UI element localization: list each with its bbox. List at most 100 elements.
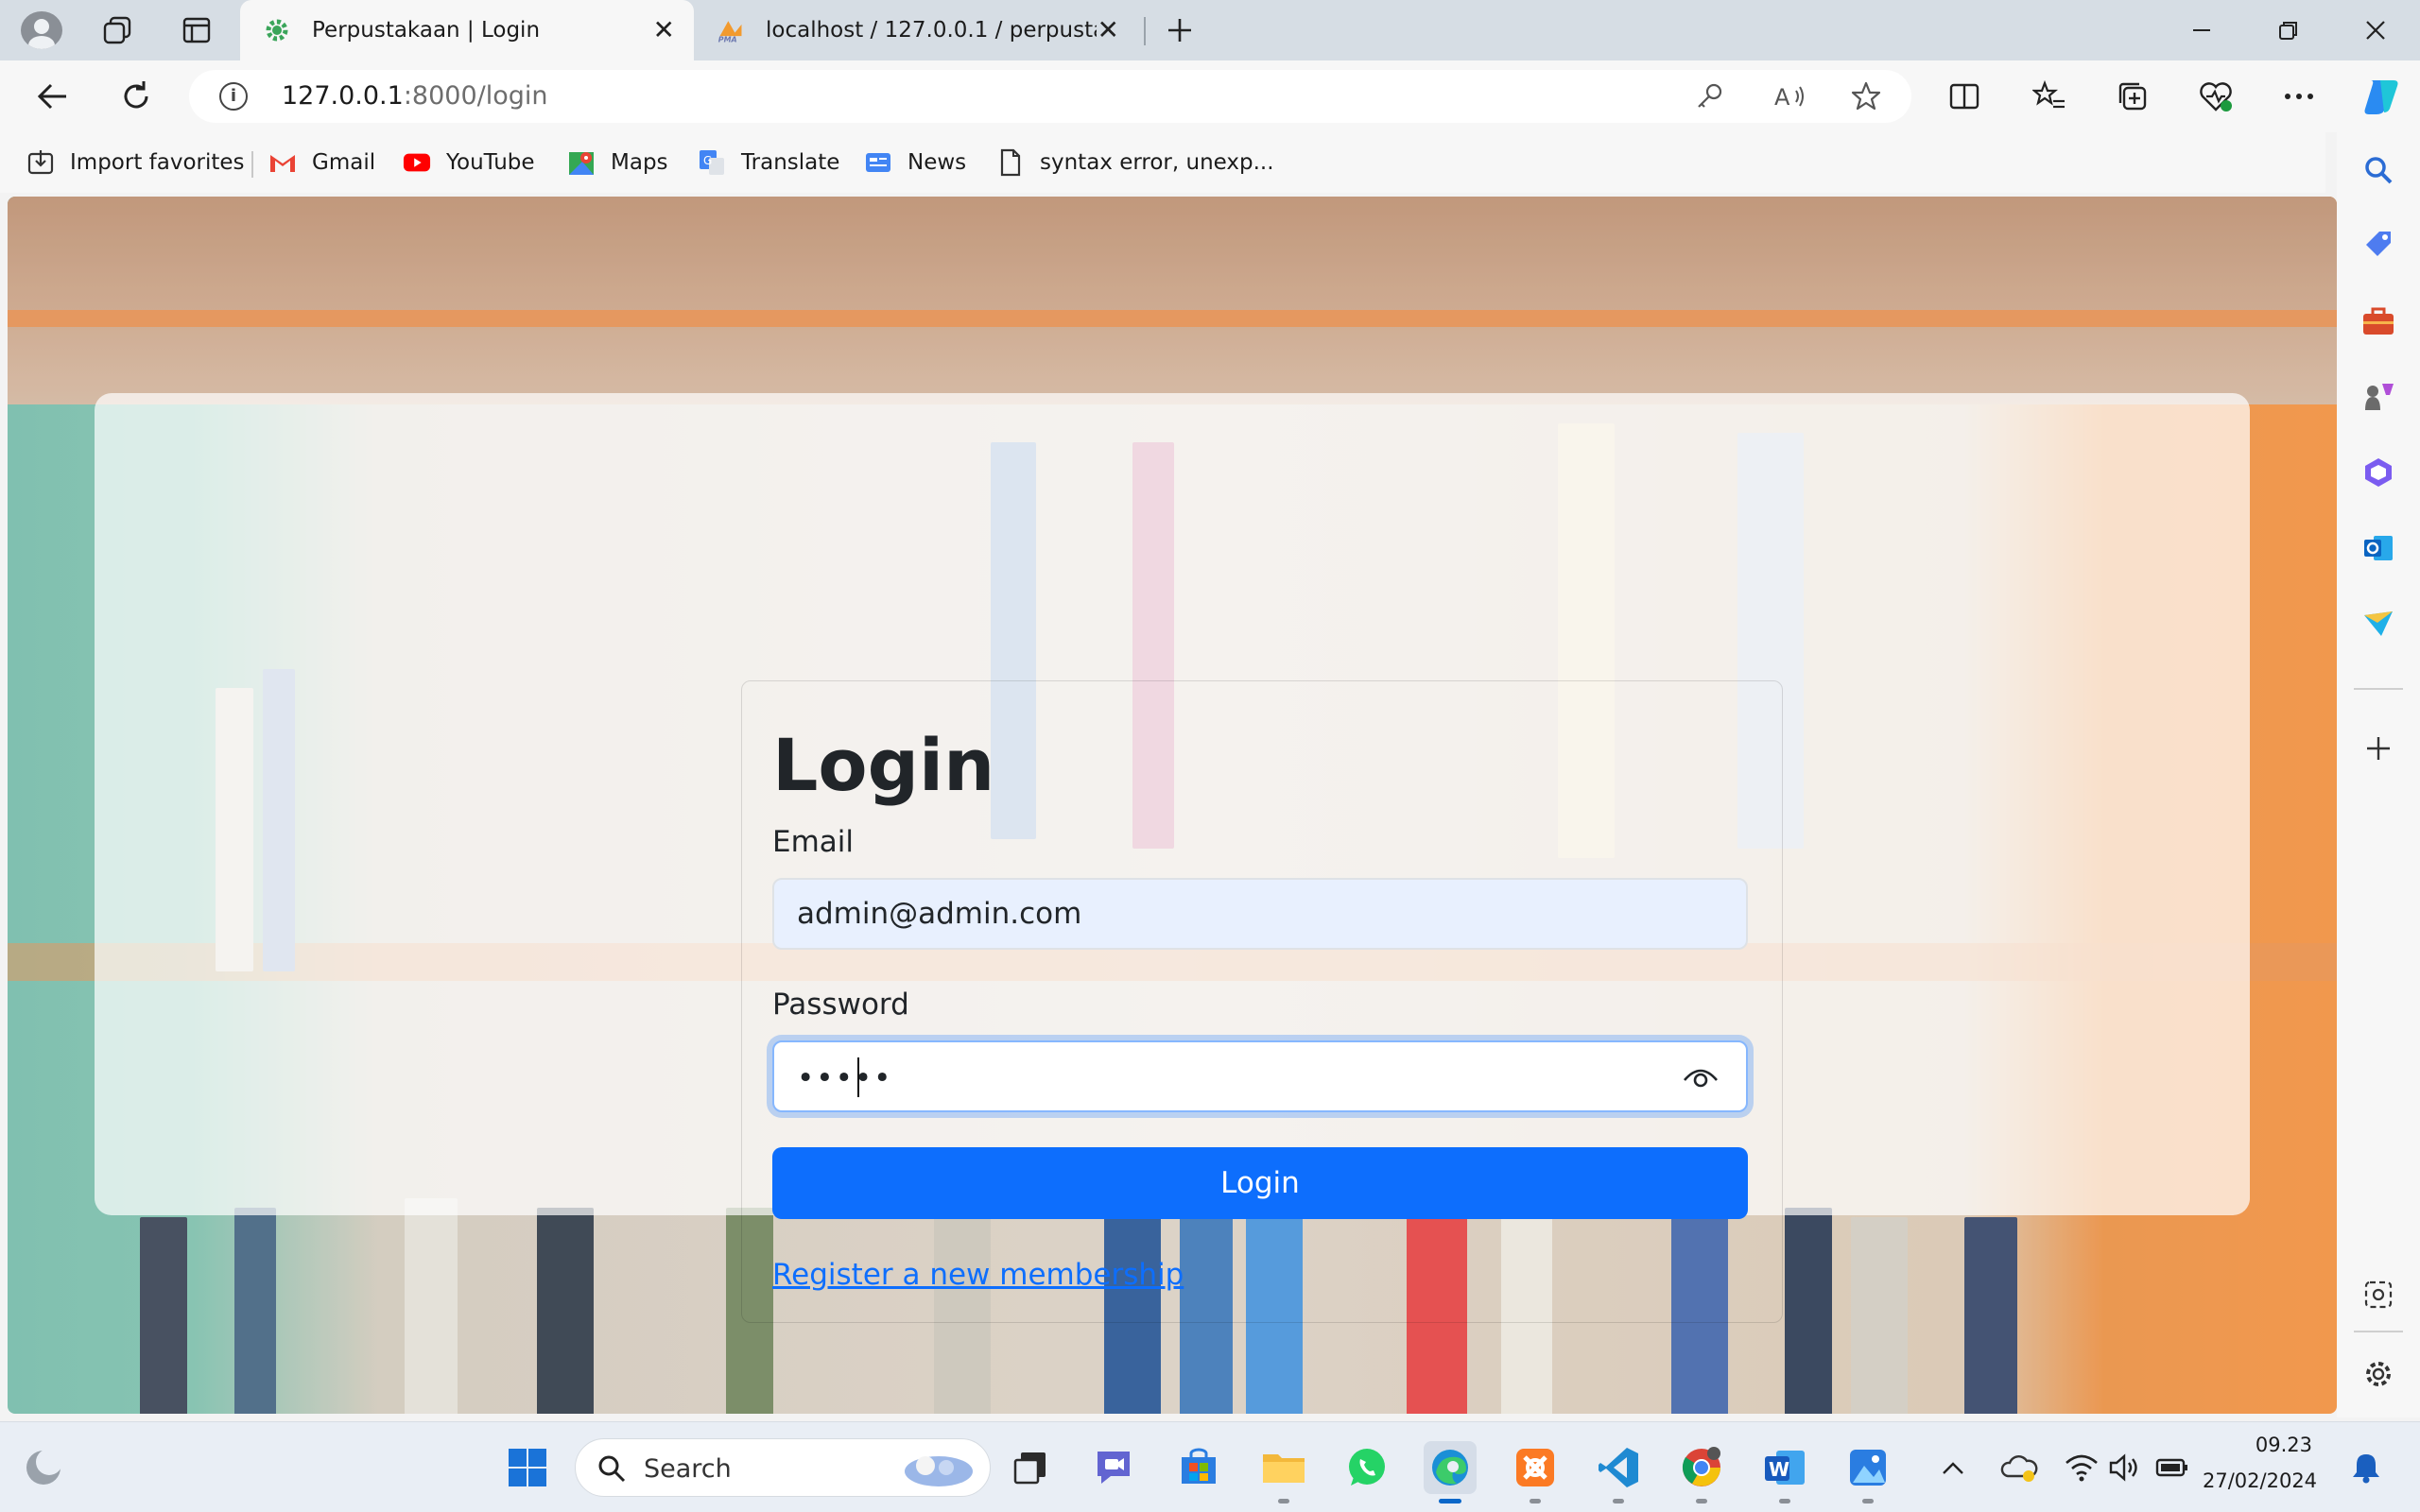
refresh-button[interactable] — [115, 76, 157, 117]
page-viewport: Login Email admin@admin.com Password •••… — [8, 197, 2337, 1414]
favorite-translate[interactable]: G Translate — [698, 146, 839, 180]
teams-chat-icon[interactable] — [1087, 1441, 1140, 1494]
browser-essentials-button[interactable] — [2195, 76, 2237, 117]
back-button[interactable] — [32, 76, 74, 117]
sidebar-divider — [2354, 1331, 2403, 1332]
tray-chevron-up-icon[interactable] — [1934, 1441, 1972, 1494]
sidebar-settings-icon[interactable] — [2358, 1353, 2399, 1395]
wifi-icon[interactable] — [2061, 1441, 2102, 1494]
clock-time[interactable]: 09.23 — [2203, 1434, 2312, 1456]
tab-perpustakaan-login[interactable]: Perpustakaan | Login ✕ — [240, 0, 694, 60]
sidebar-microsoft365-icon[interactable] — [2358, 452, 2399, 493]
task-view-icon[interactable] — [1004, 1441, 1057, 1494]
favorite-import[interactable]: Import favorites — [26, 146, 245, 180]
edge-browser-icon[interactable] — [1424, 1441, 1477, 1503]
password-mask: ••••• — [797, 1061, 893, 1095]
read-aloud-icon[interactable]: A — [1770, 76, 1811, 117]
refresh-icon — [124, 81, 148, 109]
svg-text:G: G — [703, 154, 712, 167]
search-highlight-icon — [905, 1456, 973, 1486]
close-tab-icon[interactable]: ✕ — [653, 17, 675, 43]
tab-strip: Perpustakaan | Login ✕ PMA localhost / 1… — [0, 0, 2420, 60]
onedrive-icon[interactable] — [1998, 1441, 2040, 1494]
new-tab-button[interactable] — [1157, 9, 1202, 51]
sidebar-divider — [2354, 688, 2403, 690]
login-button[interactable]: Login — [772, 1147, 1748, 1219]
photos-icon[interactable] — [1841, 1441, 1894, 1503]
back-arrow-icon — [37, 83, 66, 110]
import-icon — [26, 148, 55, 177]
start-button[interactable] — [501, 1441, 554, 1494]
settings-more-button[interactable] — [2278, 76, 2320, 117]
email-label: Email — [772, 825, 855, 859]
site-info-icon[interactable]: i — [219, 82, 248, 111]
password-key-icon[interactable] — [1688, 76, 1730, 117]
tab-phpmyadmin[interactable]: PMA localhost / 127.0.0.1 / perpustaka ✕ — [694, 0, 1138, 60]
email-value: admin@admin.com — [797, 897, 1082, 931]
sidebar-add-button[interactable] — [2358, 728, 2399, 769]
chrome-icon[interactable] — [1675, 1441, 1728, 1503]
copilot-button[interactable] — [2358, 73, 2405, 120]
email-field[interactable]: admin@admin.com — [772, 878, 1748, 950]
profile-avatar[interactable] — [21, 11, 62, 49]
clock-date[interactable]: 27/02/2024 — [2203, 1469, 2317, 1492]
favorite-gmail[interactable]: Gmail — [268, 146, 375, 180]
favorites-divider — [251, 151, 253, 178]
tab-title: Perpustakaan | Login — [312, 18, 541, 43]
favorite-news[interactable]: News — [864, 146, 966, 180]
xampp-icon[interactable] — [1509, 1441, 1562, 1503]
volume-icon[interactable] — [2104, 1441, 2146, 1494]
favorite-maps[interactable]: Maps — [567, 146, 668, 180]
word-icon[interactable]: W — [1758, 1441, 1811, 1503]
vertical-tabs-icon — [182, 17, 211, 43]
copilot-icon — [2364, 80, 2398, 114]
tab-divider — [1144, 17, 1146, 45]
sidebar-screenshot-icon[interactable] — [2358, 1274, 2399, 1315]
url-text[interactable]: 127.0.0.1:8000/login — [282, 81, 548, 111]
heart-pulse-icon — [2200, 82, 2232, 112]
svg-text:A: A — [1774, 84, 1790, 111]
sidebar-outlook-icon[interactable] — [2358, 527, 2399, 569]
translate-icon: G — [698, 148, 726, 177]
microsoft-store-icon[interactable] — [1172, 1441, 1225, 1494]
vscode-icon[interactable] — [1592, 1441, 1645, 1503]
close-window-button[interactable] — [2333, 0, 2418, 60]
address-toolbar: i 127.0.0.1:8000/login A — [0, 60, 2420, 132]
news-icon — [864, 148, 892, 177]
file-explorer-icon[interactable] — [1257, 1441, 1310, 1503]
close-icon — [2366, 21, 2385, 40]
restore-button[interactable] — [2246, 0, 2331, 60]
sidebar-games-icon[interactable] — [2358, 376, 2399, 418]
sidebar-tools-icon[interactable] — [2358, 301, 2399, 342]
sidebar-drop-icon[interactable] — [2358, 603, 2399, 644]
svg-text:PMA: PMA — [718, 35, 737, 43]
favorite-youtube[interactable]: YouTube — [403, 146, 535, 180]
workspaces-button[interactable] — [95, 9, 140, 51]
close-tab-icon[interactable]: ✕ — [1098, 17, 1119, 43]
whatsapp-icon[interactable] — [1340, 1441, 1393, 1494]
weather-widget-icon[interactable] — [17, 1441, 70, 1494]
tab-actions-button[interactable] — [174, 9, 219, 51]
favorites-bar: Import favorites Gmail YouTube Maps G Tr… — [0, 132, 2325, 193]
split-screen-button[interactable] — [1944, 76, 1985, 117]
youtube-icon — [403, 148, 431, 177]
favorite-star-icon[interactable] — [1845, 76, 1887, 117]
minimize-button[interactable] — [2159, 0, 2244, 60]
taskbar-search[interactable]: Search — [575, 1438, 991, 1497]
password-field[interactable]: ••••• — [772, 1040, 1748, 1112]
notification-bell-icon[interactable] — [2342, 1441, 2390, 1494]
login-panel: Login Email admin@admin.com Password •••… — [95, 393, 2250, 1323]
register-link[interactable]: Register a new membership — [772, 1258, 1184, 1292]
gmail-icon — [268, 148, 297, 177]
phpmyadmin-favicon-icon: PMA — [717, 16, 745, 44]
show-password-eye-icon[interactable] — [1682, 1063, 1720, 1091]
battery-icon[interactable] — [2152, 1441, 2193, 1494]
maps-icon — [567, 148, 596, 177]
login-card: Login Email admin@admin.com Password •••… — [741, 680, 1783, 1323]
address-bar[interactable]: i 127.0.0.1:8000/login A — [189, 70, 1911, 123]
favorites-button[interactable] — [2029, 76, 2070, 117]
sidebar-search-icon[interactable] — [2358, 149, 2399, 191]
collections-button[interactable] — [2112, 76, 2153, 117]
sidebar-shopping-icon[interactable] — [2358, 225, 2399, 266]
favorite-syntax-error[interactable]: syntax error, unexp... — [996, 146, 1274, 180]
